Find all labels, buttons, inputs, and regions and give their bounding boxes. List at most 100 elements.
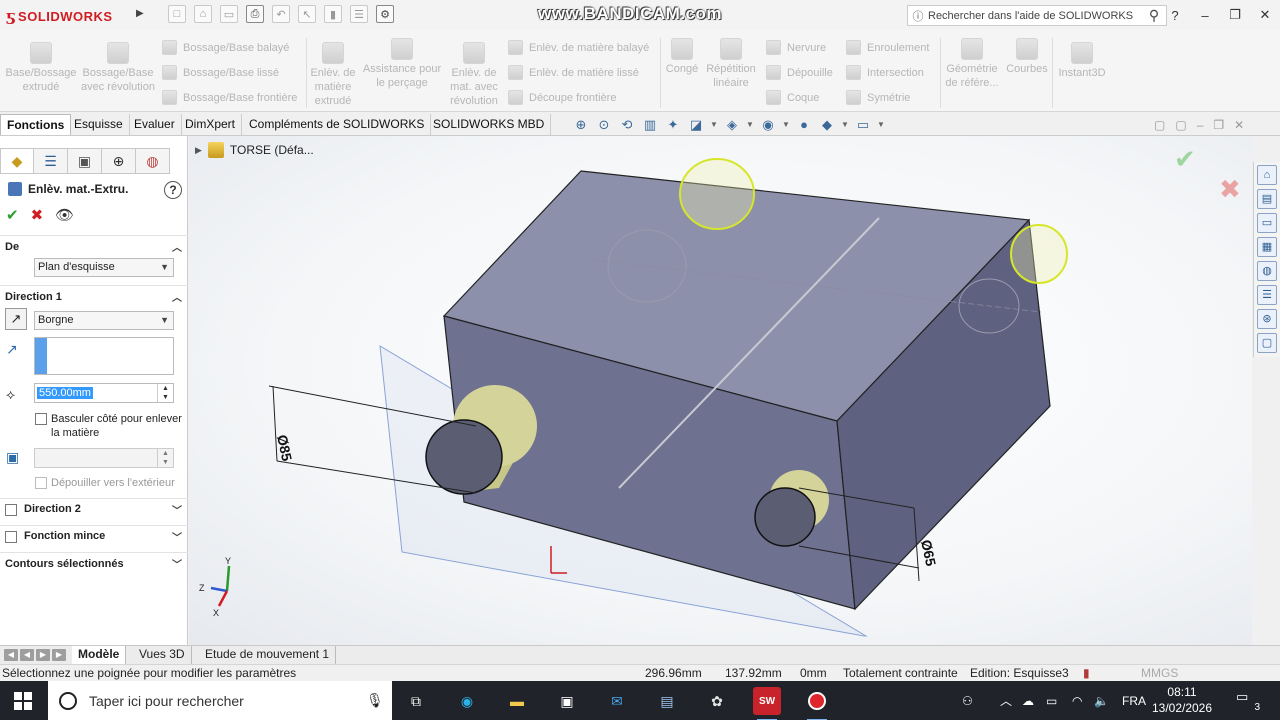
print-icon[interactable]: ⎙ bbox=[246, 5, 264, 23]
model-canvas[interactable]: Ø85 Ø65 Y Z X ✔ ✖ bbox=[189, 136, 1252, 645]
ribbon-shell[interactable]: Coque bbox=[766, 90, 819, 105]
design-library-icon[interactable]: ▤ bbox=[1257, 189, 1277, 209]
reverse-direction-button[interactable]: ↗ bbox=[5, 308, 27, 330]
draft-angle-input[interactable]: ▲ ▼ bbox=[34, 448, 174, 468]
taskbar-search[interactable]: Taper ici pour rechercher 🎙 bbox=[48, 681, 392, 720]
ribbon-rib[interactable]: Nervure bbox=[766, 40, 826, 55]
ribbon-swept-boss[interactable]: Bossage/Base balayé bbox=[162, 40, 289, 55]
file-explorer-icon[interactable]: ▭ bbox=[1257, 213, 1277, 233]
undo-icon[interactable]: ↶ bbox=[272, 5, 290, 23]
menu-expand-icon[interactable]: ▶ bbox=[136, 8, 144, 19]
composer-app-icon[interactable]: ✿ bbox=[703, 687, 731, 715]
close-button[interactable]: ✕ bbox=[1250, 7, 1280, 23]
edge-browser-icon[interactable]: ◉ bbox=[453, 687, 481, 715]
tab-mbd[interactable]: SOLIDWORKS MBD bbox=[427, 114, 552, 135]
direction-selection-box[interactable] bbox=[34, 337, 174, 375]
thin-feature-checkbox[interactable] bbox=[5, 530, 17, 543]
appearances-icon[interactable]: ◍ bbox=[1257, 261, 1277, 281]
rebuild-icon[interactable]: ▮ bbox=[324, 5, 342, 23]
volume-icon[interactable]: 🔈 bbox=[1094, 681, 1109, 720]
section-direction-2[interactable]: Direction 2 ﹀ bbox=[0, 498, 188, 520]
ribbon-revolved-boss[interactable]: Bossage/Base avec révolution bbox=[80, 42, 156, 94]
battery-icon[interactable]: ▭ bbox=[1046, 681, 1057, 720]
tab-evaluer[interactable]: Evaluer bbox=[128, 114, 182, 135]
first-tab-icon[interactable]: ◀ bbox=[4, 649, 18, 661]
next-tab-icon[interactable]: ▶ bbox=[36, 649, 50, 661]
ribbon-extruded-cut[interactable]: Enlèv. de matière extrudé bbox=[308, 42, 358, 108]
store-icon[interactable]: ▣ bbox=[553, 687, 581, 715]
restore-button[interactable]: ❐ bbox=[1220, 7, 1250, 23]
rebuild-indicator-icon[interactable]: ▮ bbox=[1083, 665, 1090, 682]
file-explorer-taskbar-icon[interactable]: ▬ bbox=[503, 687, 531, 715]
dimxpert-manager-tab-icon[interactable]: ⊕ bbox=[102, 148, 136, 174]
bandicam-record-icon[interactable] bbox=[803, 687, 831, 720]
help-button[interactable]: ? bbox=[1160, 8, 1190, 23]
cancel-x-icon[interactable]: ✖ bbox=[31, 206, 44, 224]
action-center-icon[interactable]: ▭ 3 bbox=[1236, 689, 1260, 713]
detailed-preview-eye-icon[interactable]: 👁 bbox=[55, 206, 74, 224]
viewport-minimize-icon[interactable]: – bbox=[1197, 118, 1204, 132]
edit-appearance-icon[interactable]: ● bbox=[795, 116, 813, 134]
tab-dimxpert[interactable]: DimXpert bbox=[179, 114, 243, 135]
chevron-down-icon[interactable]: ▼ bbox=[782, 116, 790, 134]
taskbar-clock[interactable]: 08:11 13/02/2026 bbox=[1150, 684, 1214, 716]
desktop-app-icon[interactable]: ▤ bbox=[653, 687, 681, 715]
ribbon-intersect[interactable]: Intersection bbox=[846, 65, 924, 80]
taskbar-search-input[interactable]: Taper ici pour rechercher bbox=[89, 693, 366, 709]
section-view-icon[interactable]: ▥ bbox=[641, 116, 659, 134]
tab-complements[interactable]: Compléments de SOLIDWORKS bbox=[243, 114, 432, 135]
property-manager-tab-icon[interactable]: ☰ bbox=[34, 148, 68, 174]
tab-fonctions[interactable]: Fonctions bbox=[0, 114, 72, 135]
ribbon-instant3d[interactable]: Instant3D bbox=[1054, 42, 1110, 80]
chevron-down-icon[interactable]: ▼ bbox=[877, 116, 885, 134]
show-hidden-icons-chevron[interactable]: ︿ bbox=[1000, 681, 1012, 720]
ok-check-icon[interactable]: ✔ bbox=[6, 206, 19, 224]
microphone-icon[interactable]: 🎙 bbox=[366, 692, 392, 709]
chevron-down-icon[interactable]: ▼ bbox=[746, 116, 754, 134]
confirm-ok-icon[interactable]: ✔ bbox=[1174, 144, 1196, 174]
dynamic-annotation-icon[interactable]: ✦ bbox=[664, 116, 682, 134]
tab-modele[interactable]: Modèle bbox=[72, 646, 127, 664]
previous-view-icon[interactable]: ⟲ bbox=[618, 116, 636, 134]
draft-angle-spinner[interactable]: ▲ ▼ bbox=[157, 449, 173, 467]
view-palette-icon[interactable]: ▦ bbox=[1257, 237, 1277, 257]
home-icon[interactable]: ⌂ bbox=[1257, 165, 1277, 185]
ribbon-linear-pattern[interactable]: Répétition linéaire bbox=[702, 38, 760, 90]
tab-motion-study[interactable]: Etude de mouvement 1 bbox=[199, 646, 337, 664]
view-orientation-icon[interactable]: ◪ bbox=[687, 116, 705, 134]
tile-view-icon[interactable]: ▢ bbox=[1175, 118, 1186, 132]
depth-input[interactable]: 550.00mm ▲ ▼ bbox=[34, 383, 174, 403]
ribbon-reference-geometry[interactable]: Géométrie de référe... bbox=[942, 38, 1002, 90]
display-manager-tab-icon[interactable]: ◍ bbox=[136, 148, 170, 174]
ribbon-extruded-boss[interactable]: Base/Bossage extrudé bbox=[4, 42, 78, 94]
ribbon-lofted-cut[interactable]: Enlèv. de matière lissé bbox=[508, 65, 639, 80]
feature-manager-tab-icon[interactable]: ◆ bbox=[0, 148, 34, 174]
view-settings-icon[interactable]: ▭ bbox=[854, 116, 872, 134]
chevron-down-icon[interactable]: ▼ bbox=[710, 116, 718, 134]
solidworks-taskbar-icon[interactable]: SW bbox=[753, 687, 781, 720]
unit-system[interactable]: MMGS bbox=[1141, 665, 1178, 682]
select-cursor-icon[interactable]: ↖ bbox=[298, 5, 316, 23]
flip-side-checkbox[interactable]: Basculer côté pour enlever la matière bbox=[35, 412, 187, 440]
input-language[interactable]: FRA bbox=[1122, 681, 1146, 720]
last-tab-icon[interactable]: ▶ bbox=[52, 649, 66, 661]
zoom-to-area-icon[interactable]: ⊙ bbox=[595, 116, 613, 134]
section-direction-1[interactable]: Direction 1 ︿ bbox=[0, 285, 188, 307]
draft-toggle-icon[interactable]: ▣ bbox=[6, 449, 19, 466]
ribbon-fillet[interactable]: Congé bbox=[662, 38, 702, 76]
draft-outward-checkbox[interactable]: Dépouiller vers l'extérieur bbox=[35, 476, 175, 490]
tab-vues-3d[interactable]: Vues 3D bbox=[133, 646, 192, 664]
section-de[interactable]: De ︿ bbox=[0, 235, 188, 257]
help-search-input[interactable]: Rechercher dans l'aide de SOLIDWORKS bbox=[928, 10, 1142, 22]
forum-icon[interactable]: ▢ bbox=[1257, 333, 1277, 353]
file-properties-icon[interactable]: ☰ bbox=[350, 5, 368, 23]
custom-properties-icon[interactable]: ☰ bbox=[1257, 285, 1277, 305]
ribbon-boundary-boss[interactable]: Bossage/Base frontière bbox=[162, 90, 297, 105]
new-document-icon[interactable]: □ bbox=[168, 5, 186, 23]
wifi-icon[interactable]: ◠ bbox=[1072, 681, 1082, 720]
ribbon-boundary-cut[interactable]: Découpe frontière bbox=[508, 90, 616, 105]
ribbon-wrap[interactable]: Enroulement bbox=[846, 40, 929, 55]
tab-esquisse[interactable]: Esquisse bbox=[68, 114, 130, 135]
ribbon-lofted-boss[interactable]: Bossage/Base lissé bbox=[162, 65, 279, 80]
pm-help-icon[interactable]: ? bbox=[164, 181, 182, 199]
